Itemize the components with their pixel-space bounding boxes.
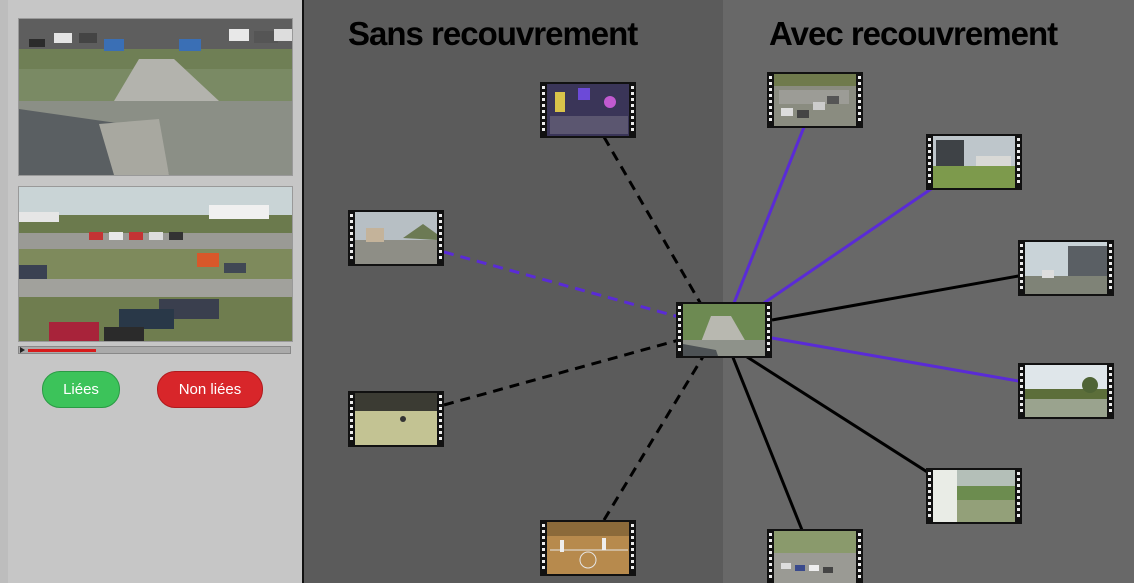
play-icon[interactable]	[20, 347, 25, 353]
camera-graph: Sans recouvrement Avec recouvrement	[304, 0, 1134, 583]
left-zone	[304, 0, 723, 583]
video-bottom[interactable]	[18, 186, 293, 342]
left-title: Sans recouvrement	[348, 15, 638, 52]
panel-edge	[0, 0, 8, 583]
trees-field-thumbnail[interactable]	[1018, 363, 1114, 419]
parking-lot-camera-view	[19, 187, 292, 341]
window-view-thumbnail[interactable]	[926, 468, 1022, 524]
aerial-parking-thumbnail[interactable]	[767, 529, 863, 583]
basketball-court-thumbnail[interactable]	[540, 520, 636, 576]
parking-path-thumbnail[interactable]	[676, 302, 772, 358]
building-right-thumbnail[interactable]	[1018, 240, 1114, 296]
gym-floor-thumbnail[interactable]	[348, 391, 444, 447]
linked-button[interactable]: Liées	[42, 371, 120, 408]
progress-fill	[28, 349, 96, 352]
parking-cars-thumbnail[interactable]	[767, 72, 863, 128]
aerial-parking-camera-view	[19, 19, 292, 175]
night-square-thumbnail[interactable]	[540, 82, 636, 138]
building-lawn-thumbnail[interactable]	[926, 134, 1022, 190]
video-progress-bar[interactable]	[18, 346, 291, 354]
unlinked-button[interactable]: Non liées	[157, 371, 263, 408]
right-title: Avec recouvrement	[769, 15, 1058, 52]
video-top[interactable]	[18, 18, 293, 176]
video-panel: Liées Non liées	[0, 0, 302, 583]
street-houses-thumbnail[interactable]	[348, 210, 444, 266]
